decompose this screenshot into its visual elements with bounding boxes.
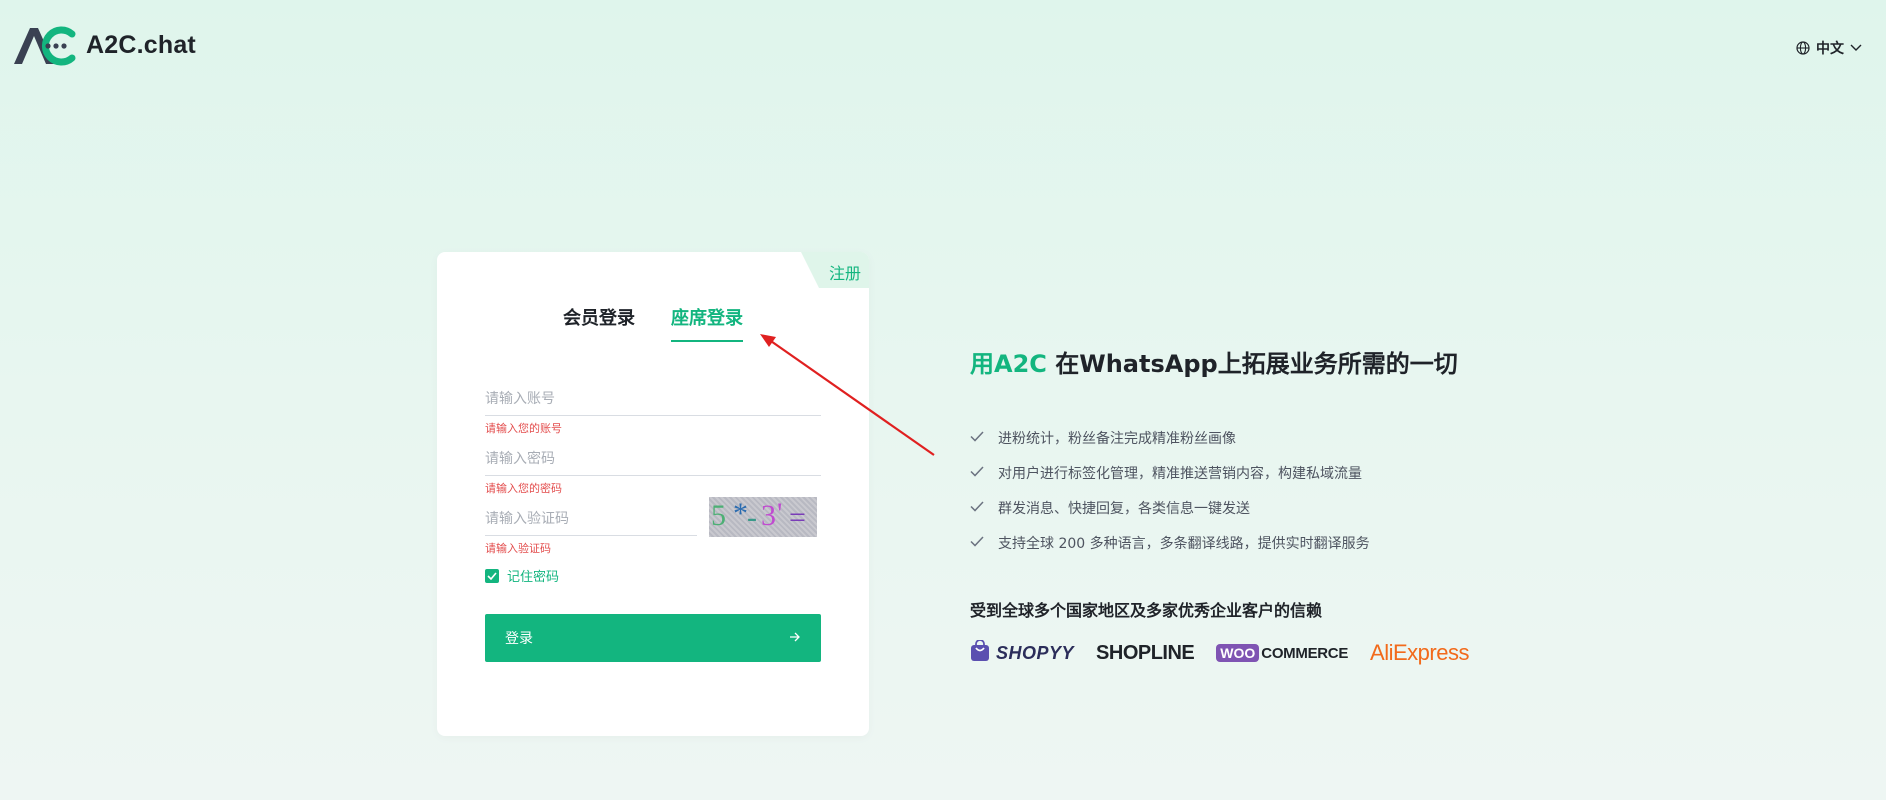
aliexpress-logo: AliExpress bbox=[1370, 640, 1469, 666]
trust-title: 受到全球多个国家地区及多家优秀企业客户的信赖 bbox=[970, 601, 1323, 620]
woocommerce-text: COMMERCE bbox=[1261, 644, 1349, 662]
language-label: 中文 bbox=[1816, 41, 1844, 57]
password-error: 请输入您的密码 bbox=[485, 482, 562, 495]
account-error: 请输入您的账号 bbox=[485, 422, 562, 435]
shopping-bag-icon bbox=[970, 639, 990, 666]
check-icon bbox=[970, 465, 984, 481]
register-link[interactable]: 注册 bbox=[801, 252, 869, 288]
headline-brand: 用A2C bbox=[970, 350, 1047, 378]
captcha-image[interactable]: 5 * -3 ' = bbox=[709, 497, 817, 537]
check-icon bbox=[970, 430, 984, 446]
list-item: 群发消息、快捷回复，各类信息一键发送 bbox=[970, 490, 1370, 525]
account-input[interactable] bbox=[485, 382, 821, 416]
checkbox-checked-icon[interactable] bbox=[485, 568, 499, 583]
remember-label: 记住密码 bbox=[507, 570, 560, 585]
captcha-error: 请输入验证码 bbox=[485, 542, 551, 555]
tab-member-login[interactable]: 会员登录 bbox=[563, 304, 635, 342]
partner-logos: SHOPYY SHOPLINE WOO COMMERCE AliExpress bbox=[970, 639, 1469, 666]
login-tabs: 会员登录 座席登录 bbox=[437, 304, 869, 342]
shopline-logo: SHOPLINE bbox=[1096, 641, 1195, 665]
headline-text: 在WhatsApp上拓展业务所需的一切 bbox=[1046, 350, 1458, 378]
captcha-glyph: 3 bbox=[761, 499, 776, 532]
shopyy-logo: SHOPYY bbox=[970, 639, 1075, 666]
feature-text: 群发消息、快捷回复，各类信息一键发送 bbox=[998, 500, 1250, 517]
feature-text: 进粉统计，粉丝备注完成精准粉丝画像 bbox=[998, 430, 1236, 447]
feature-text: 对用户进行标签化管理，精准推送营销内容，构建私域流量 bbox=[998, 465, 1362, 482]
captcha-glyph: 5 bbox=[711, 499, 726, 532]
chevron-down-icon bbox=[1850, 44, 1862, 52]
aliexpress-text: AliExpress bbox=[1370, 640, 1469, 665]
captcha-glyph: - bbox=[747, 501, 757, 534]
login-button-label: 登录 bbox=[505, 631, 533, 647]
login-button[interactable]: 登录 bbox=[485, 614, 821, 662]
arrow-right-icon bbox=[789, 630, 801, 646]
brand-logo[interactable]: A2C.chat bbox=[12, 24, 196, 66]
login-card: 注册 会员登录 座席登录 请输入您的账号 请输入您的密码 请输入验证码 5*-3… bbox=[437, 252, 869, 736]
account-field-group: 请输入您的账号 bbox=[485, 382, 821, 436]
brand-name: A2C.chat bbox=[86, 30, 196, 59]
captcha-glyph: ' bbox=[777, 497, 783, 530]
captcha-input[interactable] bbox=[485, 502, 697, 536]
shopyy-text: SHOPYY bbox=[996, 642, 1075, 663]
promo-headline: 用A2C 在WhatsApp上拓展业务所需的一切 bbox=[970, 344, 1458, 379]
remember-password[interactable]: 记住密码 bbox=[485, 566, 559, 585]
captcha-field-group: 请输入验证码 bbox=[485, 502, 697, 556]
feature-list: 进粉统计，粉丝备注完成精准粉丝画像 对用户进行标签化管理，精准推送营销内容，构建… bbox=[970, 420, 1370, 560]
captcha-glyph: * bbox=[733, 497, 748, 530]
globe-icon bbox=[1796, 41, 1810, 55]
woocommerce-logo: WOO COMMERCE bbox=[1216, 644, 1348, 662]
list-item: 进粉统计，粉丝备注完成精准粉丝画像 bbox=[970, 420, 1370, 455]
language-switcher[interactable]: 中文 bbox=[1796, 38, 1862, 58]
feature-text: 支持全球 200 多种语言，多条翻译线路，提供实时翻译服务 bbox=[998, 535, 1370, 552]
shopline-text: SHOPLINE bbox=[1096, 641, 1195, 664]
tab-agent-login[interactable]: 座席登录 bbox=[671, 304, 743, 342]
password-field-group: 请输入您的密码 bbox=[485, 442, 821, 496]
check-icon bbox=[970, 535, 984, 551]
list-item: 支持全球 200 多种语言，多条翻译线路，提供实时翻译服务 bbox=[970, 525, 1370, 560]
list-item: 对用户进行标签化管理，精准推送营销内容，构建私域流量 bbox=[970, 455, 1370, 490]
woo-badge: WOO bbox=[1216, 644, 1260, 662]
captcha-glyph: = bbox=[789, 501, 806, 534]
check-icon bbox=[970, 500, 984, 516]
password-input[interactable] bbox=[485, 442, 821, 476]
annotation-arrow bbox=[760, 334, 935, 456]
a2c-logo-mark-icon bbox=[12, 24, 76, 66]
